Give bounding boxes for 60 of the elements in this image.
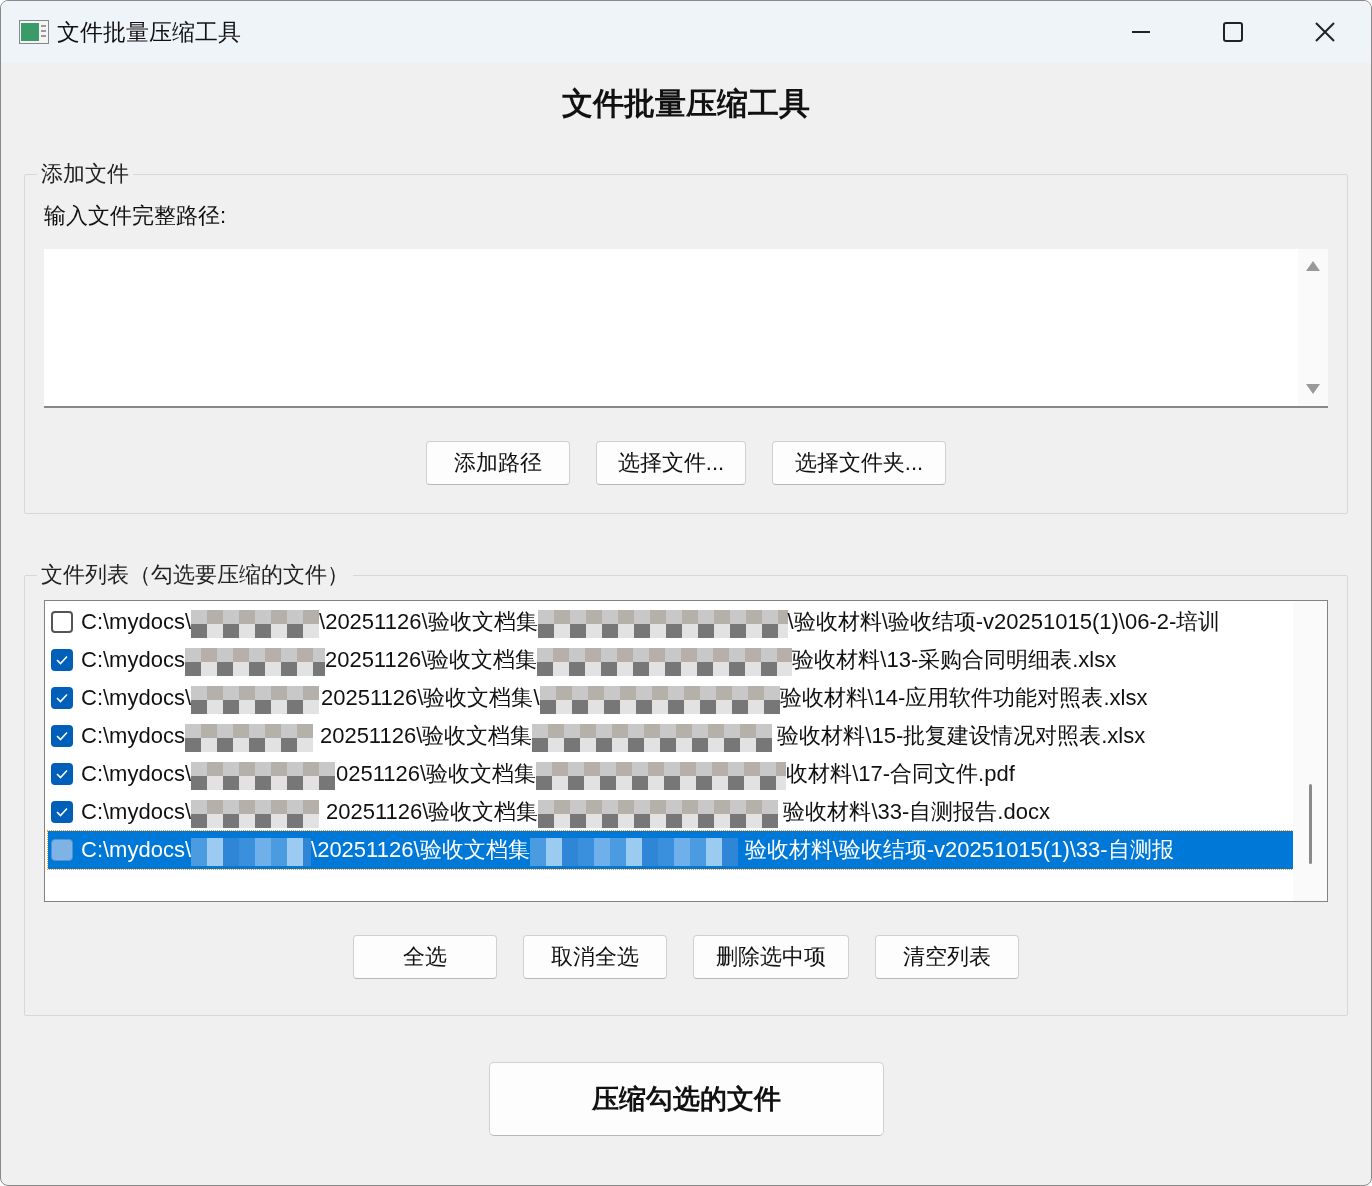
- file-row[interactable]: C:\mydocs\ 20251126\验收文档集\ 验收材料\14-应用软件功能对照表.xlsx: [48, 679, 1293, 717]
- file-row[interactable]: C:\mydocs 20251126\验收文档集 验收材料\13-采购合同明细表.xlsx: [48, 641, 1293, 679]
- check-icon: [56, 769, 68, 779]
- check-icon: [56, 807, 68, 817]
- file-path-text: 验收材料\13-采购合同明细表.xlsx: [792, 646, 1117, 674]
- check-icon: [56, 655, 68, 665]
- add-button[interactable]: 选择文件夹...: [772, 441, 946, 485]
- file-path-text: 验收材料\验收结项-v20251015(1)\33-自测报: [744, 836, 1174, 864]
- file-path-text: \20251126\验收文档集: [319, 608, 538, 636]
- add-button[interactable]: 添加路径: [426, 441, 570, 485]
- file-path-text: 20251126\验收文档集: [319, 722, 533, 750]
- close-icon[interactable]: [1315, 22, 1335, 42]
- file-row[interactable]: C:\mydocs\ 0251126\验收文档集 收材料\17-合同文件.pdf: [48, 755, 1293, 793]
- checkbox[interactable]: [51, 687, 73, 709]
- file-path-text: \20251126\验收文档集: [311, 836, 530, 864]
- group-title: 文件列表（勾选要压缩的文件）: [40, 561, 350, 589]
- list-button[interactable]: 清空列表: [875, 935, 1019, 979]
- check-icon: [56, 731, 68, 741]
- file-path-text: 20251126\验收文档集: [324, 646, 538, 674]
- maximize-icon[interactable]: [1223, 22, 1243, 42]
- app-icon: [19, 20, 49, 44]
- scrollbar-thumb[interactable]: [1308, 784, 1312, 864]
- list-button[interactable]: 删除选中项: [693, 935, 849, 979]
- file-path-text: \验收材料\验收结项-v20251015(1)\06-2-培训: [787, 608, 1221, 636]
- group-title: 添加文件: [40, 160, 130, 188]
- app-heading: 文件批量压缩工具: [561, 85, 811, 123]
- file-path-text: 收材料\17-合同文件.pdf: [786, 760, 1015, 788]
- file-path-text: 20251126\验收文档集\: [321, 684, 540, 712]
- list-button[interactable]: 全选: [353, 935, 497, 979]
- file-row[interactable]: C:\mydocs\ \20251126\验收文档集 验收材料\验收结项-v20251015(1)\33-自测报: [48, 831, 1293, 869]
- file-path-text: C:\mydocs\: [81, 837, 192, 863]
- file-path-text: 20251126\验收文档集: [326, 798, 539, 826]
- file-row[interactable]: C:\mydocs\ 20251126\验收文档集 验收材料\33-自测报告.docx: [48, 793, 1293, 831]
- file-path-text: 0251126\验收文档集: [336, 760, 537, 788]
- file-path-text: 验收材料\14-应用软件功能对照表.xlsx: [779, 684, 1148, 712]
- add-button[interactable]: 选择文件...: [596, 441, 746, 485]
- file-row[interactable]: C:\mydocs 20251126\验收文档集 验收材料\15-批复建设情况对照表.xlsx: [48, 717, 1293, 755]
- scroll-down-icon[interactable]: [1306, 384, 1320, 394]
- file-path-text: C:\mydocs: [81, 647, 185, 673]
- window-title: 文件批量压缩工具: [57, 17, 242, 47]
- checkbox[interactable]: [51, 763, 73, 785]
- checkbox[interactable]: [51, 839, 73, 861]
- checkbox[interactable]: [51, 801, 73, 823]
- checkbox[interactable]: [51, 725, 73, 747]
- file-path-text: C:\mydocs\: [81, 685, 192, 711]
- checkbox[interactable]: [51, 611, 73, 633]
- list-button[interactable]: 取消全选: [523, 935, 667, 979]
- file-path-text: C:\mydocs\: [81, 609, 192, 635]
- check-icon: [56, 693, 68, 703]
- file-path-text: C:\mydocs: [81, 723, 185, 749]
- file-path-text: 验收材料\33-自测报告.docx: [783, 798, 1050, 826]
- checkbox[interactable]: [51, 649, 73, 671]
- file-row[interactable]: C:\mydocs\ \20251126\验收文档集 \验收材料\验收结项-v20251015(1)\06-2-培训: [48, 603, 1293, 641]
- file-path-text: C:\mydocs\: [81, 799, 192, 825]
- path-label: 输入文件完整路径:: [44, 202, 228, 230]
- file-path-text: 验收材料\15-批复建设情况对照表.xlsx: [777, 722, 1146, 750]
- path-input-field[interactable]: [44, 249, 1328, 408]
- scroll-up-icon[interactable]: [1306, 261, 1320, 271]
- file-path-text: C:\mydocs\: [81, 761, 192, 787]
- compress-button[interactable]: 压缩勾选的文件: [488, 1062, 884, 1136]
